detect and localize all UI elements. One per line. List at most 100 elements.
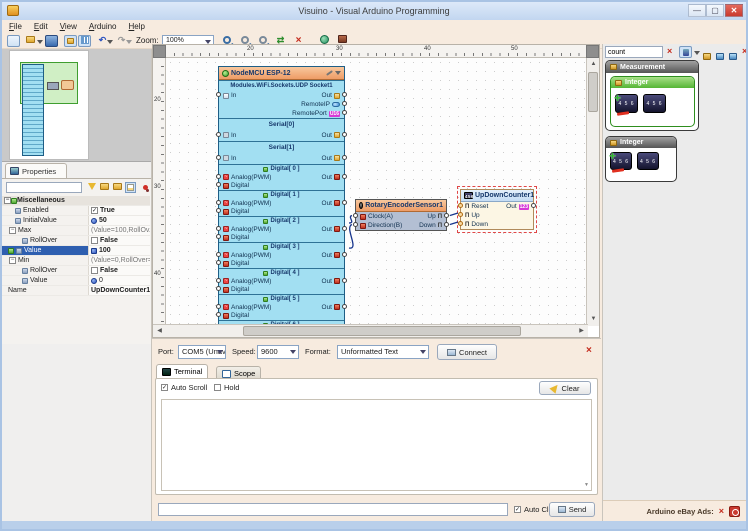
property-group-miscellaneous[interactable]: − Miscellaneous <box>2 196 150 206</box>
pin[interactable] <box>458 203 463 208</box>
pin[interactable] <box>216 278 221 283</box>
updown-counter-component[interactable]: 4 5 6 + <box>615 94 638 113</box>
ads-settings-icon[interactable]: × <box>719 506 724 516</box>
integer-group-header[interactable]: Integer <box>606 137 676 148</box>
scroll-left-icon[interactable]: ◀ <box>153 325 166 338</box>
ads-close-icon[interactable] <box>729 506 740 517</box>
canvas-horizontal-scrollbar[interactable]: ◀ ▶ <box>153 324 588 337</box>
pin[interactable] <box>444 213 449 218</box>
pin[interactable] <box>342 226 347 231</box>
filter-components-icon[interactable] <box>679 46 692 58</box>
pin[interactable] <box>342 252 347 257</box>
palette-group-measurement[interactable]: Measurement Integer 4 5 6 + 4 5 6 <box>605 60 699 131</box>
pin[interactable] <box>458 212 463 217</box>
property-row-initialvalue[interactable]: InitialValue 50 <box>2 216 150 226</box>
counter-component[interactable]: 4 5 6 <box>637 152 659 170</box>
view-toggle-components-icon[interactable] <box>64 35 77 47</box>
redo-dropdown-icon[interactable] <box>126 40 132 44</box>
property-row-max-value-selected[interactable]: Value 100 <box>2 246 150 256</box>
pin[interactable] <box>342 155 347 160</box>
auto-scroll-checkbox[interactable]: ✓ <box>161 384 168 391</box>
expand-all-icon[interactable] <box>99 182 110 193</box>
scroll-down-icon[interactable]: ▼ <box>582 481 591 490</box>
pin[interactable] <box>216 182 221 187</box>
menu-arduino[interactable]: Arduino <box>89 22 117 31</box>
collapse-all-icon[interactable] <box>112 182 123 193</box>
port-select[interactable]: COM5 (Unava <box>178 345 226 359</box>
collapse-box-icon[interactable]: − <box>9 257 16 264</box>
pin[interactable] <box>216 286 221 291</box>
send-button[interactable]: Send <box>549 502 595 517</box>
rotary-encoder-block[interactable]: RotaryEncoderSensor1 Clock(A) Up П Direc… <box>355 199 447 231</box>
property-group-max[interactable]: −Max (Value=100,RollOv... <box>2 226 150 236</box>
pin[interactable] <box>216 226 221 231</box>
minimize-button[interactable]: — <box>688 4 706 17</box>
pin[interactable] <box>216 312 221 317</box>
encoder-header[interactable]: RotaryEncoderSensor1 <box>356 200 446 212</box>
property-row-enabled[interactable]: Enabled ✓True <box>2 206 150 216</box>
menu-help[interactable]: Help <box>129 22 145 31</box>
menu-file[interactable]: File <box>9 22 22 31</box>
scrollbar-thumb[interactable] <box>243 326 521 336</box>
property-group-min[interactable]: −Min (Value=0,RollOver=... <box>2 256 150 266</box>
pin[interactable] <box>458 221 463 226</box>
measurement-group-header[interactable]: Measurement <box>606 61 698 73</box>
hold-checkbox[interactable] <box>214 384 221 391</box>
filter-dropdown-icon[interactable] <box>694 51 700 55</box>
counter-component[interactable]: 4 5 6 <box>643 94 666 113</box>
pin[interactable] <box>216 252 221 257</box>
open-project-icon[interactable] <box>24 35 37 47</box>
pin[interactable] <box>353 213 358 218</box>
save-icon[interactable] <box>45 35 58 47</box>
scroll-up-icon[interactable]: ▲ <box>587 58 600 71</box>
filter-funnel-icon[interactable] <box>86 182 97 193</box>
component-search-input[interactable] <box>605 46 663 58</box>
pin[interactable] <box>216 208 221 213</box>
pin[interactable] <box>342 304 347 309</box>
clear-button[interactable]: Clear <box>539 381 591 395</box>
hold-option[interactable]: Hold <box>214 383 239 392</box>
pin[interactable] <box>216 234 221 239</box>
scrollbar-thumb[interactable] <box>588 72 598 112</box>
property-row-max-rollover[interactable]: RollOver False <box>2 236 150 246</box>
categorize-icon[interactable] <box>125 182 136 193</box>
terminal-output-area[interactable]: ▼ <box>161 399 592 491</box>
pin[interactable] <box>531 203 536 208</box>
new-component-icon[interactable] <box>703 47 711 65</box>
view-toggle-grid-icon[interactable] <box>78 35 91 47</box>
pin[interactable] <box>342 110 347 115</box>
nodemcu-block[interactable]: NodeMCU ESP-12 Modules.WiFi.Sockets.UDP … <box>218 66 345 326</box>
send-input[interactable] <box>158 503 508 516</box>
wrench-icon[interactable] <box>326 70 333 76</box>
auto-clear-checkbox[interactable]: ✓ <box>514 506 521 513</box>
canvas-vertical-scrollbar[interactable]: ▲ ▼ <box>586 58 599 326</box>
scroll-down-icon[interactable]: ▼ <box>587 313 600 326</box>
format-select[interactable]: Unformatted Text <box>337 345 429 359</box>
pin[interactable] <box>342 92 347 97</box>
new-project-icon[interactable] <box>7 35 20 47</box>
pin-icon[interactable] <box>140 182 151 193</box>
collapse-box-icon[interactable]: − <box>9 227 16 234</box>
property-row-name[interactable]: Name UpDownCounter1 <box>2 286 150 296</box>
updown-counter-component[interactable]: 4 5 6 + <box>610 152 632 170</box>
property-row-min-rollover[interactable]: RollOver False <box>2 266 150 276</box>
updown-counter-block-selected[interactable]: 456 UpDownCounter1 П Reset Out 123 <box>457 186 537 233</box>
speed-select[interactable]: 9600 <box>257 345 299 359</box>
nodemcu-header[interactable]: NodeMCU ESP-12 <box>219 67 344 80</box>
pin[interactable] <box>216 304 221 309</box>
terminal-tools-icon[interactable]: × <box>586 345 592 356</box>
pin[interactable] <box>342 132 347 137</box>
pin[interactable] <box>216 132 221 137</box>
design-overview[interactable] <box>2 49 151 162</box>
pin[interactable] <box>216 174 221 179</box>
palette-subgroup-integer-selected[interactable]: Integer 4 5 6 + 4 5 6 <box>610 76 695 127</box>
pin[interactable] <box>342 174 347 179</box>
pin[interactable] <box>342 278 347 283</box>
property-row-min-value[interactable]: Value 0 <box>2 276 150 286</box>
open-dropdown-icon[interactable] <box>37 40 43 44</box>
connect-button[interactable]: Connect <box>437 344 497 360</box>
pin[interactable] <box>444 222 449 227</box>
close-button[interactable]: ✕ <box>725 4 743 17</box>
menu-edit[interactable]: Edit <box>34 22 48 31</box>
counter-header[interactable]: 456 UpDownCounter1 <box>461 190 533 202</box>
